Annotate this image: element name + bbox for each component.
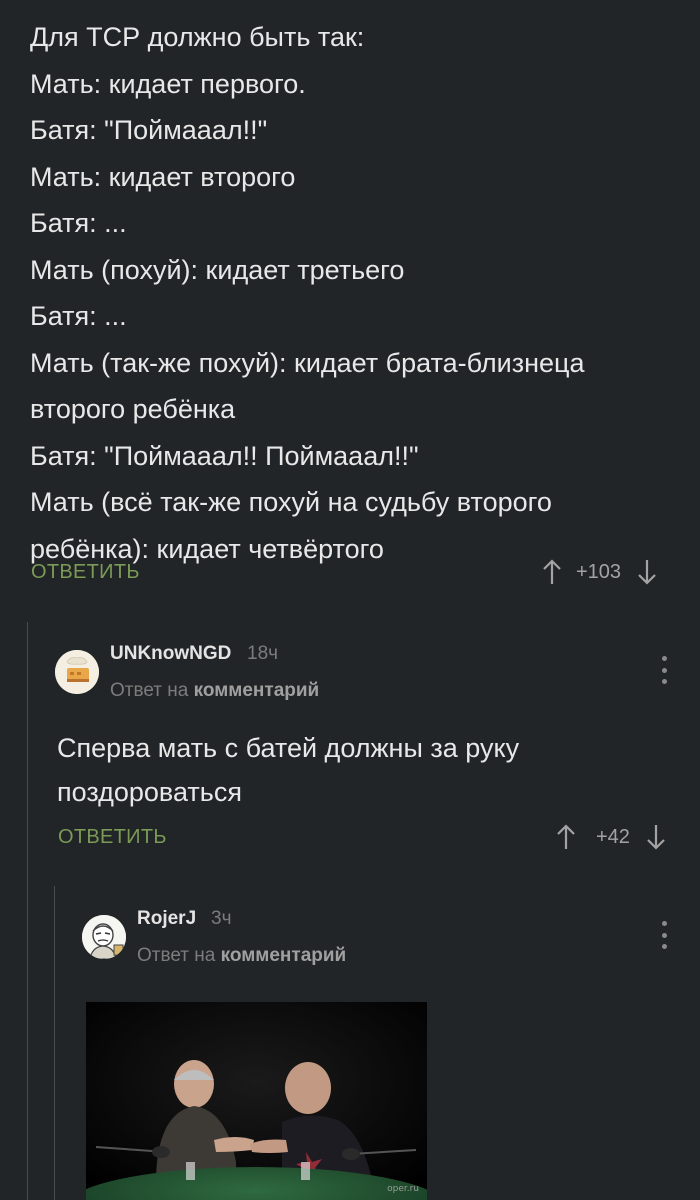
reply-button[interactable]: ОТВЕТИТЬ bbox=[58, 826, 167, 849]
vote-controls: +42 bbox=[556, 823, 666, 851]
root-comment-text: Для ТСР должно быть так: Мать: кидает пе… bbox=[30, 14, 680, 572]
username[interactable]: UNKnowNGD bbox=[110, 643, 231, 665]
reply-prefix: Ответ на bbox=[137, 945, 221, 966]
comment-line: второго ребёнка bbox=[30, 394, 236, 424]
comment-line: Для ТСР должно быть так: bbox=[30, 22, 365, 52]
comment-line: Мать (так-же похуй): кидает брата-близне… bbox=[30, 347, 585, 378]
timestamp: 18ч bbox=[247, 643, 279, 664]
reply-prefix: Ответ на bbox=[110, 680, 194, 701]
comment-line: Мать: кидает первого. bbox=[30, 68, 306, 99]
comment-line: Батя: ... bbox=[30, 208, 127, 238]
avatar[interactable] bbox=[82, 915, 126, 959]
rating-value: +42 bbox=[596, 825, 630, 848]
reply-button[interactable]: ОТВЕТИТЬ bbox=[31, 561, 140, 584]
reply-target-link[interactable]: комментарий bbox=[221, 945, 347, 966]
vote-controls: +103 bbox=[542, 558, 657, 586]
comment-line: Мать (похуй): кидает третьего bbox=[30, 254, 405, 285]
avatar[interactable] bbox=[55, 650, 99, 694]
media-watermark: oper.ru bbox=[387, 1184, 419, 1194]
comment-line: Батя: "Поймааал!!" bbox=[30, 115, 268, 145]
more-vertical-icon[interactable] bbox=[660, 656, 668, 684]
username[interactable]: RojerJ bbox=[137, 908, 196, 930]
thread-line bbox=[54, 886, 55, 1200]
reply-to-info[interactable]: Ответ на комментарий bbox=[137, 945, 346, 967]
thread-line bbox=[27, 622, 28, 1200]
comment-line: Мать (всё так-же похуй на судьбу второго bbox=[30, 487, 552, 517]
arrow-up-icon[interactable] bbox=[542, 558, 562, 586]
comment-line: Мать: кидает второго bbox=[30, 161, 296, 192]
comment-line: поздороваться bbox=[57, 777, 242, 807]
rating-value: +103 bbox=[576, 560, 622, 583]
more-vertical-icon[interactable] bbox=[660, 921, 668, 949]
timestamp: 3ч bbox=[211, 908, 232, 929]
arrow-down-icon[interactable] bbox=[637, 558, 657, 586]
arrow-down-icon[interactable] bbox=[646, 823, 666, 851]
comment-line: Сперва мать с батей должны за руку bbox=[57, 733, 520, 763]
reply-comment-text: Сперва мать с батей должны за руку поздо… bbox=[57, 726, 519, 814]
comment-line: Батя: ... bbox=[30, 301, 127, 331]
reply-target-link[interactable]: комментарий bbox=[194, 680, 320, 701]
arrow-up-icon[interactable] bbox=[556, 823, 576, 851]
comment-image[interactable]: oper.ru bbox=[86, 1002, 427, 1200]
comment-line: Батя: "Поймааал!! Поймааал!!" bbox=[30, 440, 419, 471]
reply-to-info[interactable]: Ответ на комментарий bbox=[110, 680, 319, 702]
